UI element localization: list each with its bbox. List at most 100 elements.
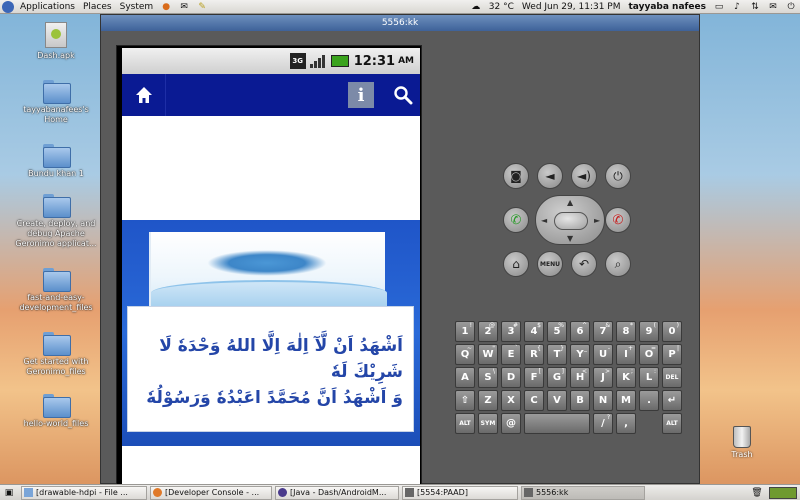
key-row1-9[interactable]: 0) — [662, 321, 682, 342]
key-row2-1[interactable]: W " — [478, 344, 498, 365]
desktop-icon-fast-easy[interactable]: fast-and-easy-development_files — [0, 268, 112, 313]
desktop-icon-home[interactable]: tayyabanafees's Home — [0, 80, 112, 125]
key-row1-4[interactable]: 5% — [547, 321, 567, 342]
task-label: [Developer Console - ... — [165, 487, 260, 497]
dpad-center-button[interactable] — [554, 212, 588, 230]
key-row3-3[interactable]: F[ — [524, 367, 544, 388]
key-row4-0[interactable]: ⇧ — [455, 390, 475, 411]
key-row4-1[interactable]: Z — [478, 390, 498, 411]
system-menu[interactable]: System — [116, 0, 158, 14]
home-hw-button[interactable]: ⌂ — [503, 251, 529, 277]
volume-down-button[interactable]: ◄ — [537, 163, 563, 189]
search-hw-button[interactable]: ⌕ — [605, 251, 631, 277]
key-row2-3[interactable]: R{ — [524, 344, 544, 365]
clock[interactable]: Wed Jun 29, 11:31 PM — [518, 0, 625, 14]
camera-button[interactable]: ◙ — [503, 163, 529, 189]
desktop-icon-geronimo-create[interactable]: Create, deploy, and debug Apache Geronim… — [0, 194, 112, 249]
key-row2-2[interactable]: E ` — [501, 344, 521, 365]
task-drawable-hdpi[interactable]: [drawable-hdpi - File ... — [21, 485, 147, 500]
menu-hw-button[interactable]: MENU — [537, 251, 563, 277]
key-row4-6[interactable]: N — [593, 390, 613, 411]
key-row3-8[interactable]: L: — [639, 367, 659, 388]
dpad-left-icon[interactable]: ◄ — [541, 216, 547, 225]
key-row1-7[interactable]: 8 * — [616, 321, 636, 342]
key-row1-2[interactable]: 3 # — [501, 321, 521, 342]
network-icon[interactable]: ⇅ — [749, 1, 761, 13]
key-row3-5[interactable]: H < — [570, 367, 590, 388]
key-row5-3[interactable] — [524, 413, 590, 434]
key-row5-6[interactable]: ALT — [662, 413, 682, 434]
firefox-icon — [153, 488, 162, 497]
search-button[interactable] — [390, 82, 416, 108]
dpad[interactable]: ▲ ▼ ◄ ► — [535, 195, 605, 245]
key-row4-8[interactable]: . — [639, 390, 659, 411]
mail-launcher-icon[interactable]: ✉ — [178, 1, 190, 13]
key-row5-1[interactable]: SYM — [478, 413, 498, 434]
task-java-dash[interactable]: [Java - Dash/AndroidM... — [275, 485, 399, 500]
key-row5-2[interactable]: @ — [501, 413, 521, 434]
key-row2-6[interactable]: U- — [593, 344, 613, 365]
key-row1-0[interactable]: 1! — [455, 321, 475, 342]
key-row1-3[interactable]: 4 $ — [524, 321, 544, 342]
dpad-right-icon[interactable]: ► — [594, 216, 600, 225]
back-hw-button[interactable]: ↶ — [571, 251, 597, 277]
dpad-up-icon[interactable]: ▲ — [567, 198, 573, 207]
desktop-icon-bundu-khan[interactable]: Bundu khan 1 — [0, 144, 112, 179]
key-row1-6[interactable]: 7 & — [593, 321, 613, 342]
key-row4-7[interactable]: M — [616, 390, 636, 411]
key-row2-9[interactable]: P | — [662, 344, 682, 365]
power-button[interactable]: ⏻ — [605, 163, 631, 189]
dpad-down-icon[interactable]: ▼ — [567, 234, 573, 243]
key-row3-9[interactable]: DEL — [662, 367, 682, 388]
desktop-icon-hello-world[interactable]: hello-world_files — [0, 394, 112, 429]
volume-up-button[interactable]: ◄) — [571, 163, 597, 189]
workspace-switcher[interactable] — [769, 486, 797, 499]
status-ampm: AM — [398, 56, 414, 66]
desktop-icon-get-started[interactable]: Get started with Geronimo_files — [0, 332, 112, 377]
key-row5-0[interactable]: ALT — [455, 413, 475, 434]
user-menu[interactable]: tayyaba nafees — [624, 0, 710, 14]
home-button[interactable] — [122, 74, 166, 116]
task-label: [5554:PAAD] — [417, 487, 468, 497]
end-call-button[interactable]: ✆ — [605, 207, 631, 233]
info-button[interactable]: i — [348, 82, 374, 108]
key-row3-7[interactable]: K; — [616, 367, 636, 388]
desktop-icon-dash-apk[interactable]: Dash.apk — [0, 22, 112, 61]
trash-applet-icon[interactable]: 🗑 — [751, 487, 763, 499]
key-row4-3[interactable]: C — [524, 390, 544, 411]
key-row3-4[interactable]: G] — [547, 367, 567, 388]
key-row3-6[interactable]: J > — [593, 367, 613, 388]
key-row1-1[interactable]: 2 @ — [478, 321, 498, 342]
gnome-foot-icon[interactable] — [2, 0, 14, 13]
key-row2-8[interactable]: O = — [639, 344, 659, 365]
key-row3-0[interactable]: A — [455, 367, 475, 388]
key-row2-0[interactable]: Q ~ — [455, 344, 475, 365]
places-menu[interactable]: Places — [79, 0, 116, 14]
key-row1-5[interactable]: 6 ^ — [570, 321, 590, 342]
applications-menu[interactable]: Applications — [16, 0, 79, 14]
key-row4-9[interactable]: ↵ — [662, 390, 682, 411]
key-row1-8[interactable]: 9( — [639, 321, 659, 342]
key-row3-2[interactable]: D — [501, 367, 521, 388]
task-5556-kk[interactable]: 5556:kk — [521, 485, 645, 500]
screen-icon[interactable]: ▭ — [713, 1, 725, 13]
key-row2-7[interactable]: I + — [616, 344, 636, 365]
key-row4-5[interactable]: B — [570, 390, 590, 411]
key-row5-4[interactable]: /? — [593, 413, 613, 434]
key-row4-2[interactable]: X — [501, 390, 521, 411]
task-developer-console[interactable]: [Developer Console - ... — [150, 485, 272, 500]
key-row2-5[interactable]: Y _ — [570, 344, 590, 365]
key-row5-5[interactable]: , — [616, 413, 636, 434]
task-5554-paad[interactable]: [5554:PAAD] — [402, 485, 518, 500]
notes-launcher-icon[interactable]: ✎ — [196, 1, 208, 13]
desktop-icon-trash[interactable]: Trash — [722, 426, 762, 459]
call-button[interactable]: ✆ — [503, 207, 529, 233]
show-desktop-icon[interactable]: ▣ — [3, 487, 15, 499]
key-row4-4[interactable]: V — [547, 390, 567, 411]
power-icon[interactable]: ⏻ — [785, 1, 797, 13]
key-row3-1[interactable]: S \ — [478, 367, 498, 388]
volume-icon[interactable]: ♪ — [731, 1, 743, 13]
mail-indicator-icon[interactable]: ✉ — [767, 1, 779, 13]
key-row2-4[interactable]: T} — [547, 344, 567, 365]
firefox-launcher-icon[interactable]: ● — [160, 1, 172, 13]
